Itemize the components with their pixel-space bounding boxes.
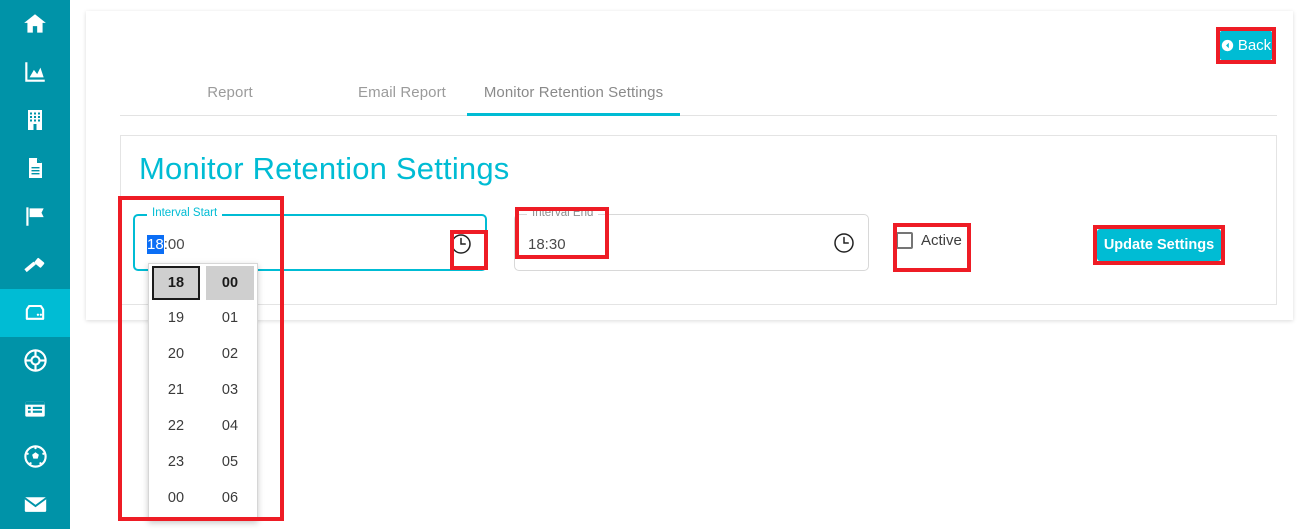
home-icon — [22, 11, 48, 37]
minute-option[interactable]: 02 — [203, 336, 257, 372]
envelope-mail-icon — [22, 491, 49, 518]
minutes-column: 00 01 02 03 04 05 06 — [203, 264, 257, 520]
minute-option[interactable]: 00 — [206, 266, 254, 300]
minute-option[interactable]: 03 — [203, 372, 257, 408]
interval-start-rest: :00 — [163, 236, 185, 253]
analytics-chart-icon — [22, 59, 48, 85]
active-checkbox-label: Active — [921, 232, 962, 249]
minute-option[interactable]: 04 — [203, 408, 257, 444]
document-icon — [23, 156, 47, 180]
tab-report[interactable]: Report — [169, 84, 291, 116]
soccer-ball-icon — [22, 443, 49, 470]
sidebar-item-support[interactable] — [0, 337, 70, 385]
active-checkbox[interactable] — [896, 232, 913, 249]
hours-column: 18 19 20 21 22 23 00 — [149, 264, 203, 520]
building-icon — [23, 108, 47, 132]
page-title: Monitor Retention Settings — [139, 151, 510, 186]
hour-option[interactable]: 22 — [149, 408, 203, 444]
hour-option[interactable]: 20 — [149, 336, 203, 372]
clock-icon[interactable] — [449, 232, 473, 256]
interval-end-field[interactable]: Interval End 18:30 — [514, 207, 869, 271]
server-storage-icon — [21, 299, 49, 327]
sidebar-item-server-storage[interactable] — [0, 288, 70, 337]
interval-end-label: Interval End — [527, 207, 599, 219]
gavel-icon — [22, 252, 48, 278]
interval-start-label: Interval Start — [147, 207, 223, 219]
lifebuoy-support-icon — [22, 347, 49, 374]
minute-option[interactable]: 06 — [203, 480, 257, 516]
app-root: Back Report Email Report Monitor Retenti… — [0, 0, 1307, 529]
sidebar-item-mail[interactable] — [0, 481, 70, 529]
time-picker-dropdown[interactable]: 18 19 20 21 22 23 00 00 01 02 03 04 05 0… — [148, 263, 258, 521]
minute-option[interactable]: 01 — [203, 300, 257, 336]
hour-option[interactable]: 00 — [149, 480, 203, 516]
clock-icon[interactable] — [832, 231, 856, 255]
hour-option[interactable]: 23 — [149, 444, 203, 480]
back-button[interactable]: Back — [1220, 31, 1272, 60]
tab-email-report[interactable]: Email Report — [337, 84, 467, 116]
sidebar-item-analytics[interactable] — [0, 48, 70, 96]
tab-bar: Report Email Report Monitor Retention Se… — [120, 68, 1277, 116]
sidebar-item-building[interactable] — [0, 96, 70, 144]
interval-start-value: 18:00 — [147, 235, 185, 254]
hour-option[interactable]: 18 — [152, 266, 200, 300]
sidebar-item-home[interactable] — [0, 0, 70, 48]
sidebar-item-flag[interactable] — [0, 192, 70, 240]
sidebar-item-ball[interactable] — [0, 433, 70, 481]
tab-monitor-retention-settings[interactable]: Monitor Retention Settings — [467, 84, 680, 116]
minute-option[interactable]: 05 — [203, 444, 257, 480]
interval-end-value: 18:30 — [528, 236, 566, 253]
active-checkbox-group[interactable]: Active — [896, 232, 962, 249]
sidebar-item-document[interactable] — [0, 144, 70, 192]
back-arrow-icon — [1221, 39, 1234, 52]
sidebar-item-list[interactable] — [0, 385, 70, 433]
flag-icon — [22, 203, 48, 229]
list-window-icon — [22, 396, 48, 422]
interval-start-selected-hour: 18 — [147, 235, 164, 254]
back-button-group: Back — [1216, 27, 1276, 64]
update-settings-button[interactable]: Update Settings — [1097, 229, 1221, 261]
sidebar-item-gavel[interactable] — [0, 240, 70, 288]
back-button-label: Back — [1237, 37, 1272, 54]
sidebar — [0, 0, 70, 529]
hour-option[interactable]: 19 — [149, 300, 203, 336]
hour-option[interactable]: 21 — [149, 372, 203, 408]
